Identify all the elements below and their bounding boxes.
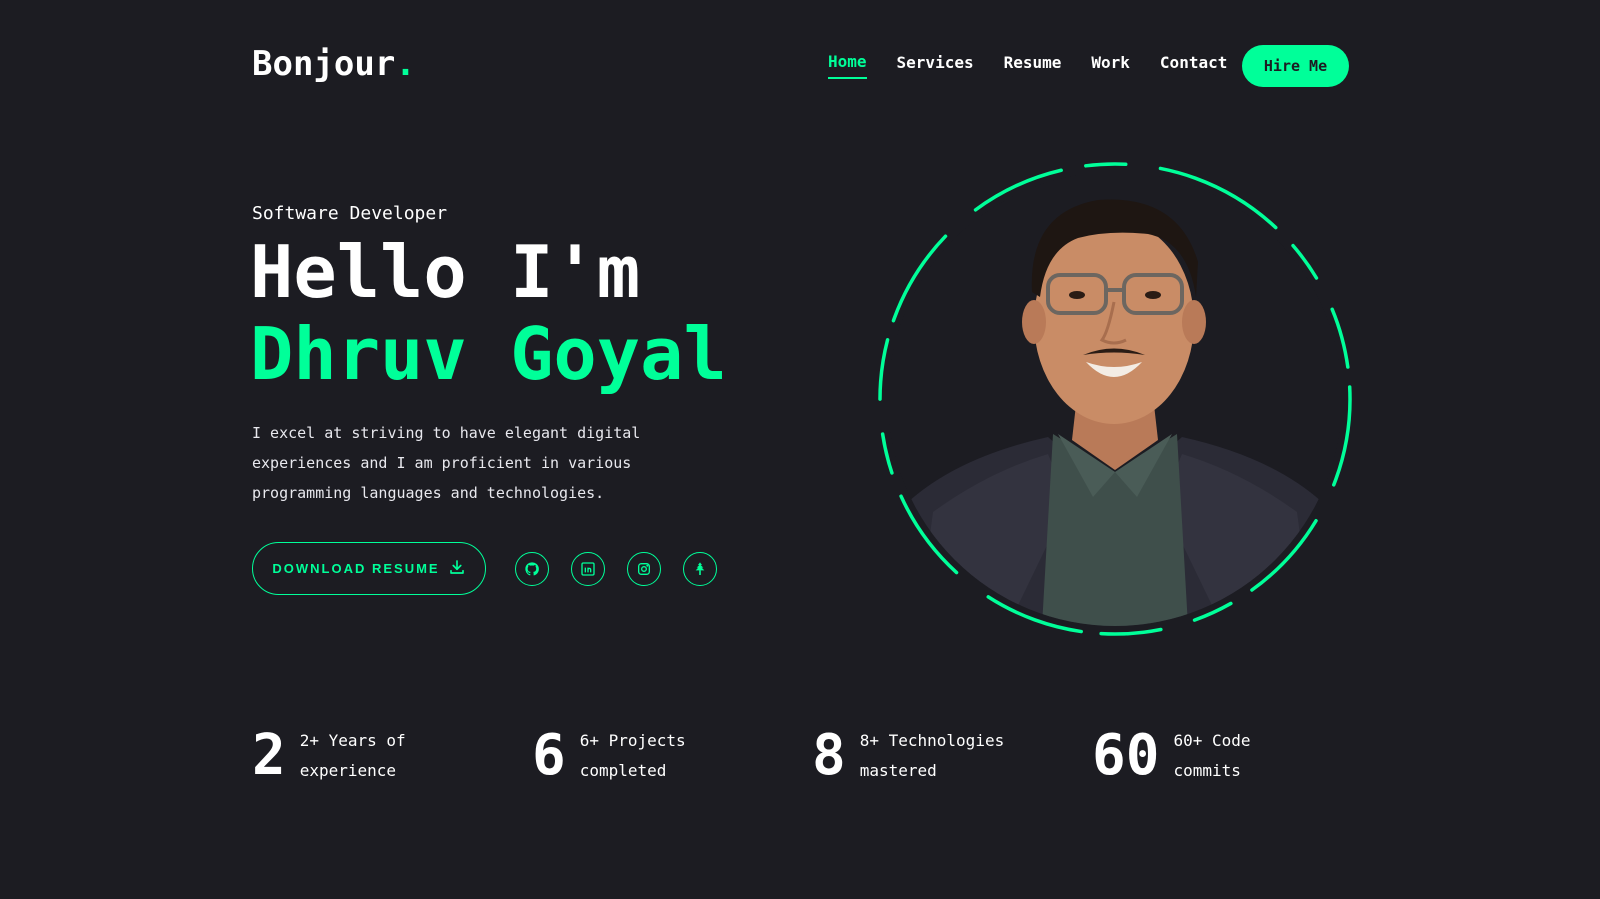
dashed-ring [878, 162, 1352, 636]
portfolio-page: Bonjour. Home Services Resume Work Conta… [0, 0, 1600, 899]
greeting-heading: Hello I'm [250, 230, 641, 314]
download-icon [448, 558, 466, 579]
nav-resume[interactable]: Resume [1004, 53, 1062, 78]
instagram-icon[interactable] [627, 552, 661, 586]
role-subtitle: Software Developer [252, 203, 448, 224]
stat-label: 6+ Projects completed [579, 731, 686, 780]
stat-number: 6 [532, 723, 566, 788]
stat-label: 8+ Technologies mastered [859, 731, 1005, 780]
github-icon[interactable] [515, 552, 549, 586]
stat-number: 2 [252, 723, 286, 788]
linkedin-icon[interactable] [571, 552, 605, 586]
nav-home[interactable]: Home [828, 52, 867, 79]
stat-label: 60+ Code commits [1173, 731, 1251, 780]
name-heading: Dhruv Goyal [250, 312, 727, 396]
stat-commits: 60 60+ Code commits [1092, 722, 1352, 790]
bio-text: I excel at striving to have elegant digi… [252, 424, 641, 502]
social-links [515, 552, 717, 586]
stats-row: 2 2+ Years of experience 6 6+ Projects c… [252, 722, 1352, 790]
stat-label: 2+ Years of experience [299, 731, 406, 780]
download-resume-label: DOWNLOAD RESUME [272, 561, 440, 576]
profile-photo-frame [876, 160, 1354, 638]
stat-number: 8 [812, 723, 846, 788]
nav-services[interactable]: Services [897, 53, 974, 78]
nav-work[interactable]: Work [1091, 53, 1130, 78]
linktree-icon[interactable] [683, 552, 717, 586]
download-resume-button[interactable]: DOWNLOAD RESUME [252, 542, 486, 595]
nav-contact[interactable]: Contact [1160, 53, 1227, 78]
stat-technologies: 8 8+ Technologies mastered [812, 722, 1092, 790]
main-nav: Home Services Resume Work Contact [828, 52, 1227, 79]
logo-text: Bonjour [252, 44, 396, 84]
logo-dot: . [395, 44, 416, 84]
hire-me-button[interactable]: Hire Me [1242, 45, 1349, 87]
logo[interactable]: Bonjour. [252, 44, 416, 84]
stat-experience: 2 2+ Years of experience [252, 722, 532, 790]
stat-number: 60 [1092, 723, 1160, 788]
stat-projects: 6 6+ Projects completed [532, 722, 812, 790]
